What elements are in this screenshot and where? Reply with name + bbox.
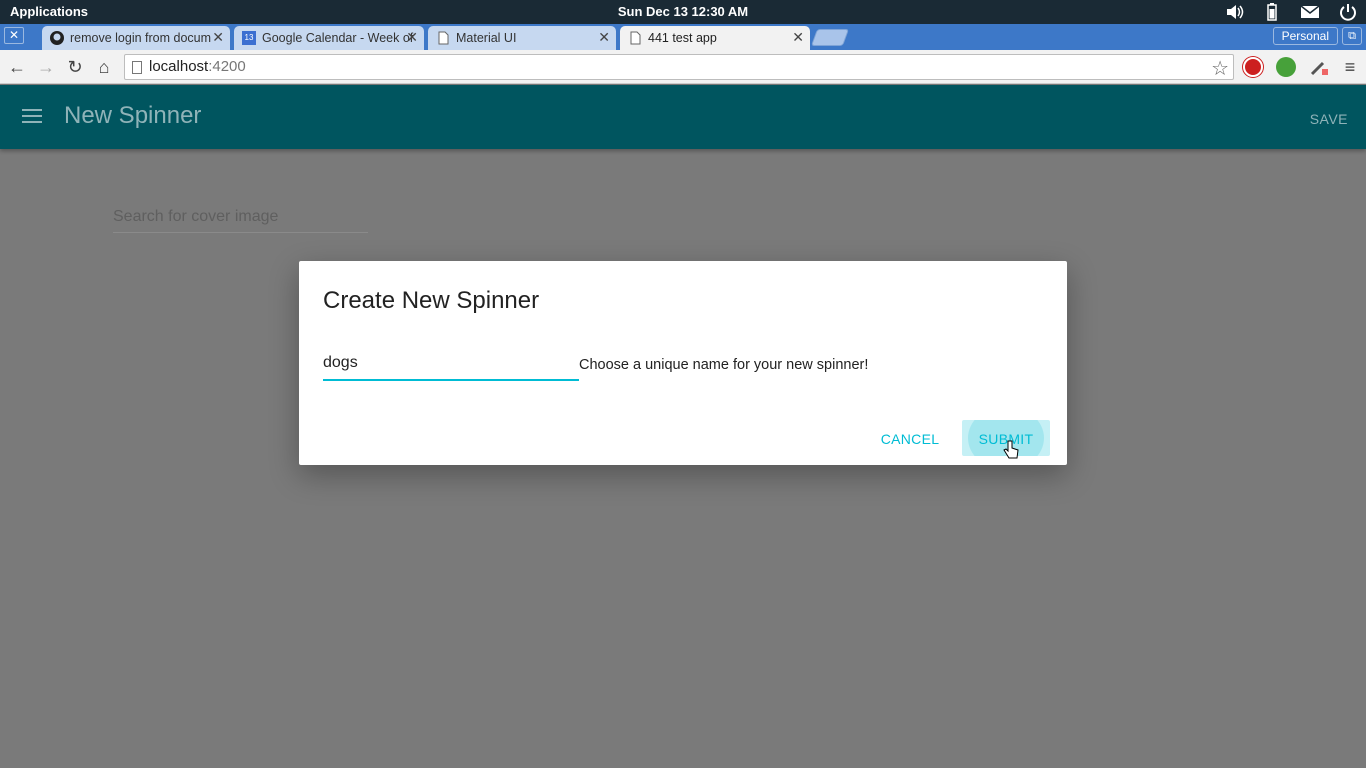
github-icon [50, 31, 64, 45]
cancel-button[interactable]: CANCEL [874, 425, 946, 457]
tab-github[interactable]: remove login from docum ✕ [42, 26, 230, 50]
bookmark-star-icon[interactable]: ☆ [1211, 56, 1229, 81]
cover-image-search-input[interactable]: Search for cover image [113, 208, 368, 233]
clock: Sun Dec 13 12:30 AM [617, 4, 749, 19]
applications-menu[interactable]: Applications [10, 4, 88, 19]
tab-material-ui[interactable]: Material UI ✕ [428, 26, 616, 50]
tab-441-test-app[interactable]: 441 test app ✕ [620, 26, 810, 50]
system-tray [1224, 2, 1358, 22]
create-spinner-dialog: Create New Spinner dogs Choose a unique … [299, 261, 1067, 465]
battery-icon[interactable] [1262, 2, 1282, 22]
mail-icon[interactable] [1300, 2, 1320, 22]
close-icon[interactable]: ✕ [792, 29, 804, 46]
save-button[interactable]: SAVE [1310, 111, 1348, 127]
system-top-bar: Applications Sun Dec 13 12:30 AM [0, 0, 1366, 24]
chrome-menu-icon[interactable]: ≡ [1338, 55, 1362, 79]
close-icon[interactable]: ✕ [598, 29, 610, 46]
hand-cursor-icon [1003, 440, 1019, 459]
spinner-name-hint: Choose a unique name for your new spinne… [579, 357, 869, 373]
tab-title: Material UI [456, 31, 517, 45]
dialog-title: Create New Spinner [323, 287, 540, 314]
adblock-extension-icon[interactable] [1243, 57, 1263, 77]
reload-icon[interactable]: ↻ [63, 55, 87, 79]
window-restore-button[interactable]: ⧉ [1342, 27, 1362, 45]
window-close-button[interactable]: ✕ [4, 27, 24, 44]
page-info-icon [132, 61, 142, 74]
power-icon[interactable] [1338, 2, 1358, 22]
page-icon [436, 31, 450, 45]
tab-title: remove login from docum [70, 31, 212, 45]
new-tab-button[interactable] [810, 29, 850, 46]
calendar-icon-text: 13 [244, 33, 254, 42]
tab-title: Google Calendar - Week of [262, 31, 414, 45]
back-icon[interactable]: ← [5, 55, 29, 79]
address-bar[interactable]: localhost:4200 ☆ [124, 54, 1234, 80]
address-host: localhost [149, 58, 209, 75]
tab-google-calendar[interactable]: 13 Google Calendar - Week of ✕ [234, 26, 424, 50]
green-extension-icon[interactable] [1276, 57, 1296, 77]
calendar-icon: 13 [242, 31, 256, 45]
eyedropper-extension-icon[interactable] [1309, 57, 1329, 77]
page-title: New Spinner [64, 102, 202, 129]
page-icon [628, 31, 642, 45]
hamburger-menu-icon[interactable] [22, 109, 42, 125]
close-icon[interactable]: ✕ [406, 29, 418, 46]
browser-toolbar: ← → ↻ ⌂ localhost:4200 ☆ ≡ [0, 50, 1366, 84]
volume-icon[interactable] [1224, 2, 1244, 22]
home-icon[interactable]: ⌂ [92, 55, 116, 79]
spinner-name-input[interactable]: dogs [323, 354, 579, 381]
tab-title: 441 test app [648, 31, 717, 45]
profile-button[interactable]: Personal [1272, 27, 1338, 45]
close-icon[interactable]: ✕ [212, 29, 224, 46]
forward-icon[interactable]: → [34, 55, 58, 79]
browser-tab-strip: ✕ remove login from docum ✕ 13 Google Ca… [0, 24, 1366, 50]
address-port: :4200 [208, 58, 246, 75]
app-bar: New Spinner SAVE [0, 85, 1366, 149]
